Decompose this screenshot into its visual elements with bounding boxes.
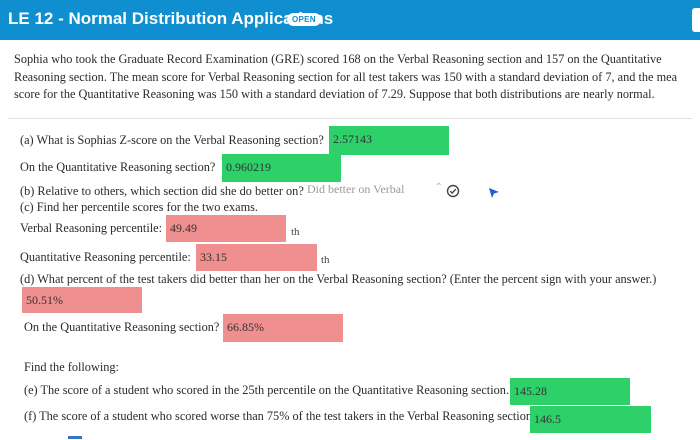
assignment-title: LE 12 - Normal Distribution Applications xyxy=(8,9,334,28)
quantitative-percentile-input[interactable]: 33.15 xyxy=(196,244,317,271)
check-circle-icon xyxy=(446,184,460,198)
verbal-percentile-label: Verbal Reasoning percentile: xyxy=(20,221,163,235)
chevron-down-icon: ⌃ xyxy=(434,182,443,193)
open-status-badge: OPEN xyxy=(287,13,321,26)
problem-line: Reasoning section. The mean score for Ve… xyxy=(14,69,678,84)
quantitative-25th-score-input[interactable]: 145.28 xyxy=(510,378,630,405)
question-d-label: (d) What percent of the test takers did … xyxy=(20,272,657,286)
better-section-selected-value: Did better on Verbal xyxy=(307,182,405,196)
question-d2-label: On the Quantitative Reasoning section? xyxy=(24,320,220,334)
verbal-worse-75-score-input[interactable]: 146.5 xyxy=(530,406,651,433)
question-a2-label: On the Quantitative Reasoning section? xyxy=(20,160,216,174)
question-e-label: (e) The score of a student who scored in… xyxy=(24,383,510,397)
question-b-label: (b) Relative to others, which section di… xyxy=(20,184,304,198)
find-following-label: Find the following: xyxy=(24,360,119,374)
assignment-header: LE 12 - Normal Distribution Applications… xyxy=(0,0,700,40)
problem-statement: Sophia who took the Graduate Record Exam… xyxy=(14,51,700,104)
quantitative-percentile-label: Quantitative Reasoning percentile: xyxy=(20,250,191,264)
panel-toggle-button[interactable] xyxy=(692,8,700,32)
question-c-label: (c) Find her percentile scores for the t… xyxy=(20,200,258,214)
better-section-select[interactable]: Did better on Verbal ⌃ xyxy=(307,182,447,200)
verbal-percentile-input[interactable]: 49.49 xyxy=(166,215,286,242)
verbal-percentile-suffix: th xyxy=(291,226,300,238)
question-f-label: (f) The score of a student who scored wo… xyxy=(24,409,536,423)
question-a-label: (a) What is Sophias Z-score on the Verba… xyxy=(20,133,324,147)
problem-line: Sophia who took the Graduate Record Exam… xyxy=(14,52,662,66)
quantitative-percentile-suffix: th xyxy=(321,254,330,266)
divider xyxy=(8,118,692,119)
z-score-quantitative-input[interactable]: 0.960219 xyxy=(222,154,341,182)
cursor-pointer-icon xyxy=(489,188,499,198)
verbal-better-percent-input[interactable]: 50.51% xyxy=(22,287,142,313)
z-score-verbal-input[interactable]: 2.57143 xyxy=(329,126,449,155)
problem-line: score for the Quantitative Reasoning was… xyxy=(14,87,655,101)
quantitative-better-percent-input[interactable]: 66.85% xyxy=(223,314,343,342)
scroll-indicator xyxy=(68,436,82,439)
